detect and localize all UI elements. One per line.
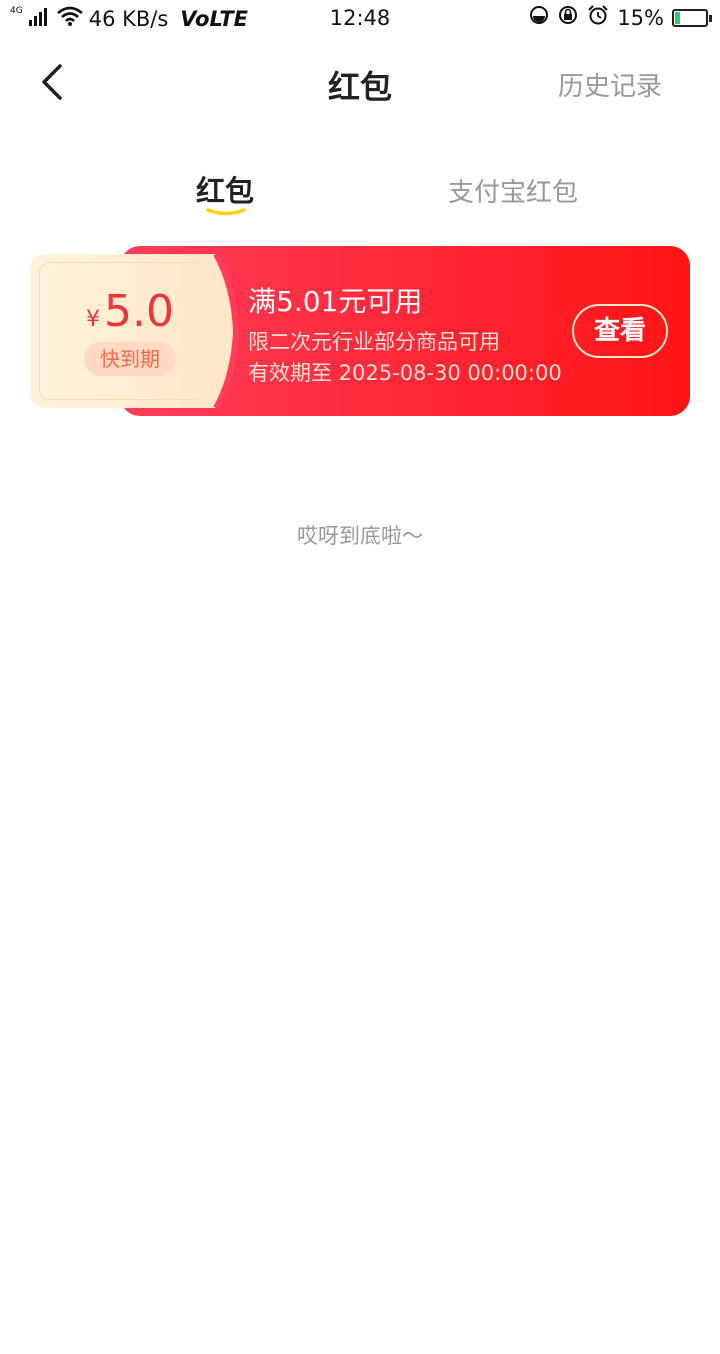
battery-fill (675, 11, 680, 24)
data-saver-icon (529, 5, 549, 30)
tab-active-indicator (206, 208, 246, 216)
currency-symbol: ¥ (86, 307, 100, 332)
back-button[interactable] (30, 60, 74, 104)
coupon-title: 满5.01元可用 (248, 285, 423, 318)
amount-value: 5.0 (104, 286, 174, 337)
tab-bar: 红包 支付宝红包 (0, 160, 720, 230)
coupon-amount: ¥ 5.0 (86, 286, 174, 337)
end-of-list-text: 哎呀到底啦〜 (297, 524, 423, 548)
coupon-card[interactable]: ¥ 5.0 快到期 满5.01元可用 限二次元行业部分商品可用 有效期至 202… (30, 246, 690, 416)
status-right: 15% (529, 5, 712, 30)
view-button[interactable]: 查看 (572, 304, 668, 358)
history-link[interactable]: 历史记录 (558, 66, 662, 103)
battery-percent: 15% (617, 5, 664, 30)
battery-icon (672, 8, 712, 27)
coupon-validity: 有效期至 2025-08-30 00:00:00 (248, 361, 562, 385)
tab-alipay-red-packet[interactable]: 支付宝红包 (448, 172, 578, 209)
nav-bar: 红包 历史记录 (0, 40, 720, 126)
chevron-left-icon (42, 64, 62, 100)
status-bar: 4G 46 KB/s VoLTE 12:48 15% (0, 0, 720, 38)
expiring-badge: 快到期 (84, 342, 176, 376)
alarm-icon (587, 5, 609, 30)
coupon-description: 限二次元行业部分商品可用 (248, 330, 500, 354)
tab-red-packet[interactable]: 红包 (196, 168, 254, 210)
rotation-lock-icon (557, 5, 579, 30)
